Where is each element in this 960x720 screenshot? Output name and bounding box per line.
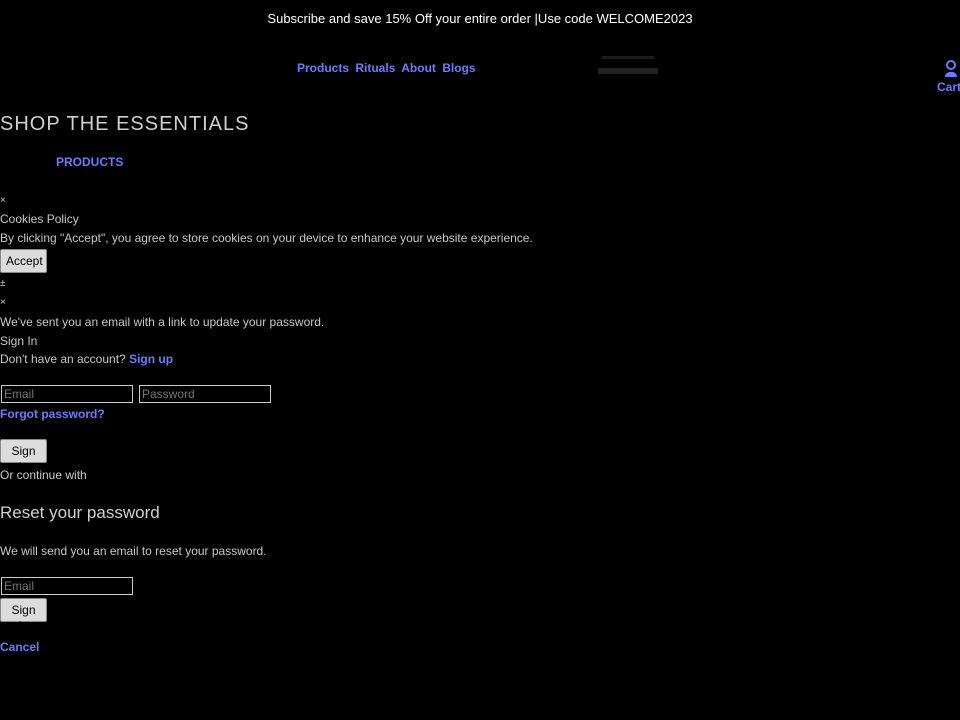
accept-cookies-button[interactable]: Accept	[0, 249, 47, 273]
cookies-text: By clicking "Accept", you agree to store…	[0, 231, 533, 245]
password-input[interactable]	[139, 385, 271, 403]
products-link[interactable]: PRODUCTS	[56, 155, 123, 169]
reset-title: Reset your password	[0, 503, 160, 522]
continue-with-text: Or continue with	[0, 468, 87, 482]
email-input[interactable]	[1, 385, 133, 403]
no-account-text: Don't have an account?	[0, 352, 126, 366]
nav-item-about[interactable]: About	[401, 61, 436, 75]
signup-link[interactable]: Sign up	[129, 352, 173, 366]
marker-icon: ±	[0, 278, 6, 289]
nav-item-rituals[interactable]: Rituals	[355, 61, 395, 75]
cookies-close-icon[interactable]: ×	[0, 195, 6, 206]
no-account-row: Don't have an account? Sign up	[0, 352, 173, 366]
signin-close-icon[interactable]: ×	[0, 297, 6, 308]
forgot-password-link[interactable]: Forgot password?	[0, 407, 105, 421]
page-heading: SHOP THE ESSENTIALS	[0, 113, 250, 135]
email-sent-message: We've sent you an email with a link to u…	[0, 315, 325, 329]
user-icon[interactable]	[944, 60, 958, 78]
cookies-title: Cookies Policy	[0, 212, 79, 226]
nav-item-products[interactable]: Products	[297, 61, 349, 75]
signin-title: Sign In	[0, 334, 38, 348]
reset-email-input[interactable]	[1, 577, 133, 595]
main-nav: Products Rituals About Blogs	[297, 61, 479, 75]
reset-submit-button[interactable]: Sign In	[0, 598, 47, 633]
promo-banner: Subscribe and save 15% Off your entire o…	[267, 11, 693, 26]
nav-item-blogs[interactable]: Blogs	[442, 61, 475, 75]
signin-button[interactable]: Sign In	[0, 439, 47, 474]
cart-link[interactable]: Cart	[937, 80, 960, 94]
reset-text: We will send you an email to reset your …	[0, 544, 267, 558]
cancel-link[interactable]: Cancel	[0, 640, 39, 654]
logo-mark	[598, 56, 658, 74]
brand-logo[interactable]	[594, 52, 662, 80]
